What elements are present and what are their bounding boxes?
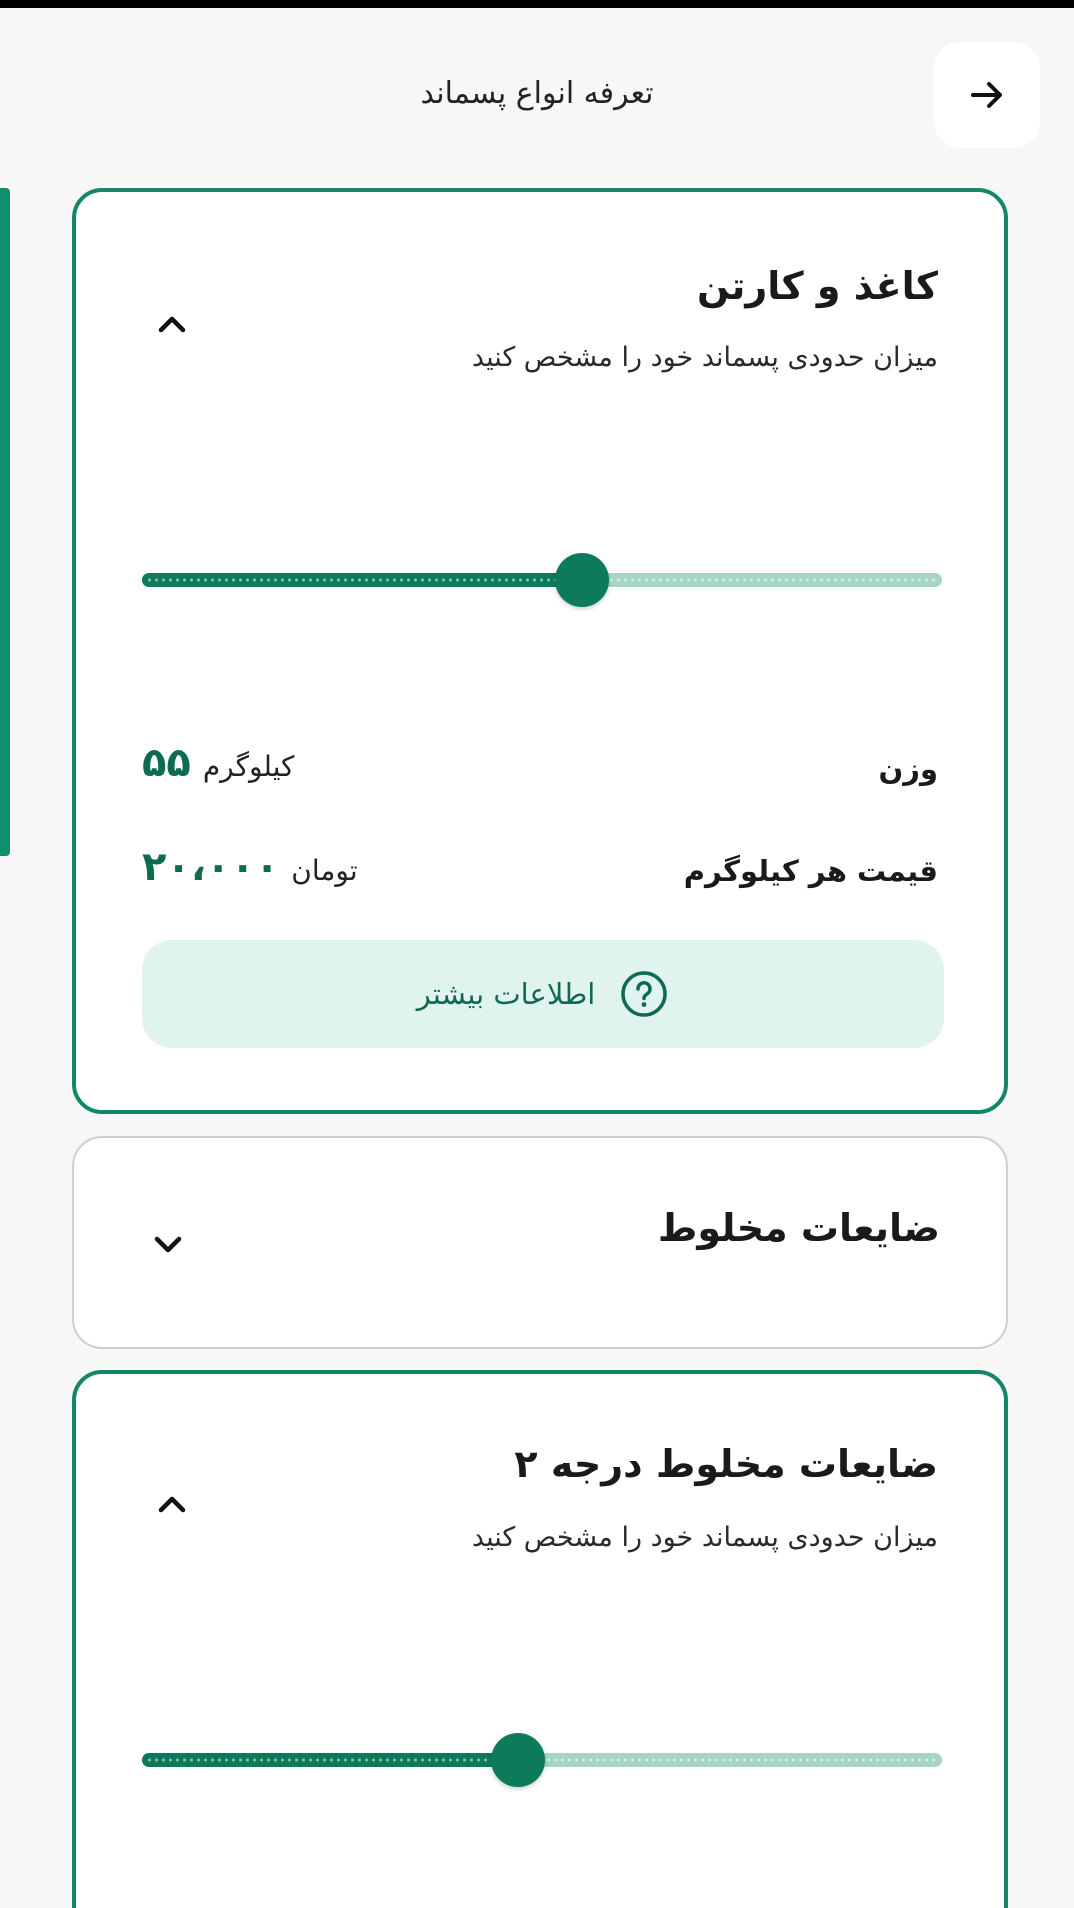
price-value: ۲۰،۰۰۰ تومان	[142, 844, 358, 890]
card-title: کاغذ و کارتن	[696, 264, 938, 308]
arrow-right-icon	[971, 82, 1002, 108]
slider-dots	[146, 578, 938, 582]
card-title: ضایعات مخلوط درجه ۲	[514, 1442, 938, 1486]
slider-thumb[interactable]	[491, 1733, 545, 1787]
weight-label: وزن	[878, 752, 938, 786]
price-unit: تومان	[291, 854, 358, 887]
collapse-button[interactable]	[152, 1484, 192, 1524]
question-circle-icon	[621, 971, 668, 1017]
weight-number: ۵۵	[142, 740, 191, 786]
weight-unit: کیلوگرم	[202, 750, 295, 783]
more-info-button[interactable]: اطلاعات بیشتر	[142, 940, 944, 1048]
card-subtitle: میزان حدودی پسماند خود را مشخص کنید	[471, 1522, 938, 1553]
waste-card-paper: کاغذ و کارتن میزان حدودی پسماند خود را م…	[72, 188, 1008, 1114]
waste-card-mixed[interactable]: ضایعات مخلوط	[72, 1136, 1008, 1349]
more-info-label: اطلاعات بیشتر	[416, 977, 596, 1011]
status-bar	[0, 0, 1074, 8]
collapse-button[interactable]	[152, 304, 192, 344]
page-title: تعرفه انواع پسماند	[420, 76, 654, 111]
back-button[interactable]	[934, 42, 1040, 148]
weight-slider[interactable]	[142, 550, 942, 610]
chevron-up-icon	[158, 316, 186, 333]
side-accent-bar	[0, 188, 10, 856]
expand-button[interactable]	[148, 1224, 188, 1264]
slider-thumb[interactable]	[555, 553, 609, 607]
header: تعرفه انواع پسماند	[0, 8, 1074, 178]
waste-card-mixed-grade-2: ضایعات مخلوط درجه ۲ میزان حدودی پسماند خ…	[72, 1370, 1008, 1908]
price-number: ۲۰،۰۰۰	[142, 844, 280, 890]
chevron-down-icon	[154, 1236, 182, 1253]
card-title: ضایعات مخلوط	[657, 1206, 940, 1250]
weight-value: ۵۵ کیلوگرم	[142, 740, 294, 786]
weight-slider[interactable]	[142, 1730, 942, 1790]
price-label: قیمت هر کیلوگرم	[683, 854, 938, 888]
chevron-up-icon	[158, 1496, 186, 1513]
card-subtitle: میزان حدودی پسماند خود را مشخص کنید	[471, 342, 938, 373]
